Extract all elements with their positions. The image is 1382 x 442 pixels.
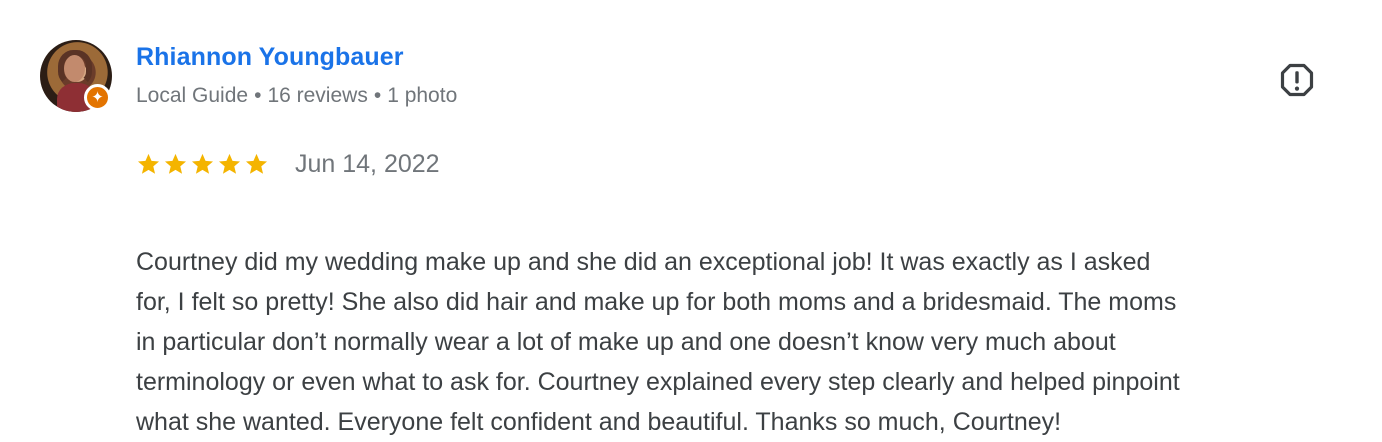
- star-icon: [164, 153, 187, 174]
- report-icon: [1280, 63, 1314, 97]
- reviewer-meta: Local Guide • 16 reviews • 1 photo: [136, 82, 457, 110]
- reviews-count: 16 reviews: [267, 84, 368, 107]
- star-icon: [218, 153, 241, 174]
- review-text-line: for, I felt so pretty! She also did hair…: [136, 288, 1177, 316]
- star-icon: [191, 153, 214, 174]
- review-text: Courtney did my wedding make up and she …: [136, 202, 1346, 442]
- star-icon: [245, 153, 268, 174]
- review-text-line: Courtney did my wedding make up and she …: [136, 248, 1151, 276]
- review-text-line: terminology or even what to ask for. Cou…: [136, 368, 1180, 396]
- meta-separator: •: [254, 84, 262, 107]
- review-date: Jun 14, 2022: [295, 150, 440, 178]
- meta-separator: •: [373, 84, 382, 107]
- reviewer-name[interactable]: Rhiannon Youngbauer: [136, 41, 404, 73]
- star-rating: [136, 152, 269, 177]
- review-text-line: in particular don’t normally wear a lot …: [136, 328, 1116, 356]
- local-guide-badge-icon: ✦: [84, 84, 111, 111]
- review-card: ✦ Rhiannon Youngbauer Local Guide • 16 rev…: [0, 0, 1382, 436]
- report-button[interactable]: [1279, 62, 1315, 98]
- rating-date-row: Jun 14, 2022: [136, 148, 440, 180]
- local-guide-label: Local Guide: [136, 84, 249, 107]
- star-icon: [137, 153, 160, 174]
- avatar-face: [64, 55, 85, 82]
- photo-count: 1 photo: [387, 84, 458, 107]
